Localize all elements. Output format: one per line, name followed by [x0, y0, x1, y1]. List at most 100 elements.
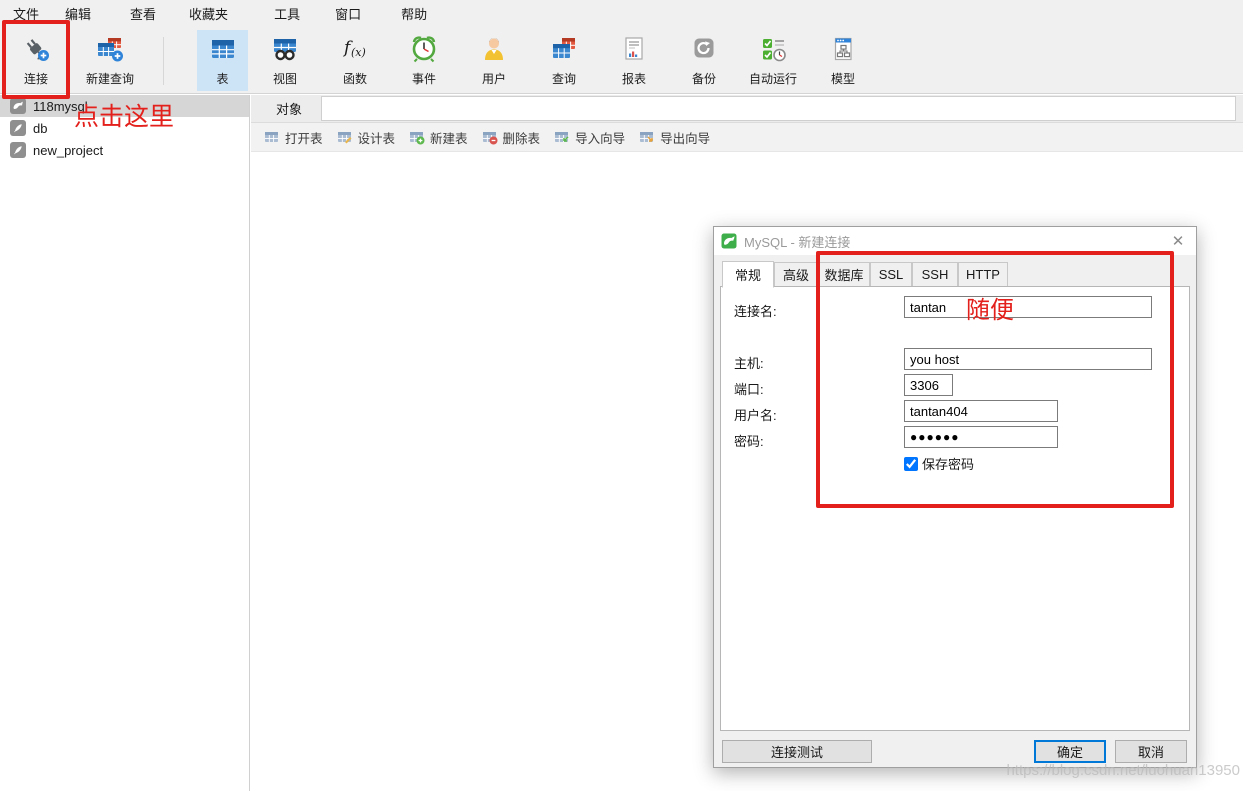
- toolbar-connection-button[interactable]: 连接: [6, 30, 66, 91]
- backup-icon: [689, 34, 719, 64]
- cancel-button[interactable]: 取消: [1115, 740, 1187, 763]
- menu-tools[interactable]: 工具: [261, 0, 313, 28]
- save-password-checkbox[interactable]: [904, 457, 918, 471]
- menu-bar: 文件 编辑 查看 收藏夹 工具 窗口 帮助: [0, 0, 1243, 27]
- toolbar-view-label: 视图: [273, 70, 297, 87]
- test-connection-button[interactable]: 连接测试: [722, 740, 872, 763]
- report-icon: [619, 34, 649, 64]
- navicat-window: 文件 编辑 查看 收藏夹 工具 窗口 帮助: [0, 0, 1243, 791]
- navicat-mysql-icon: [721, 233, 737, 249]
- new-table-icon: [409, 129, 425, 145]
- dialog-title: MySQL - 新建连接: [744, 232, 850, 251]
- delete-table-icon: [482, 129, 498, 145]
- view-icon: [270, 34, 300, 64]
- toolbar-table-label: 表: [216, 70, 228, 87]
- username-label: 用户名:: [734, 405, 777, 424]
- tab-databases[interactable]: 数据库: [818, 262, 870, 287]
- import-wizard-button[interactable]: 导入向导: [547, 125, 632, 150]
- tab-objects[interactable]: 对象: [259, 95, 319, 122]
- design-table-button[interactable]: 设计表: [330, 125, 403, 150]
- query-icon: [549, 34, 579, 64]
- host-input[interactable]: [904, 348, 1152, 370]
- automation-icon: [758, 34, 788, 64]
- ok-button[interactable]: 确定: [1034, 740, 1106, 763]
- close-icon[interactable]: ✕: [1168, 232, 1188, 250]
- quill-icon: [10, 120, 26, 136]
- event-clock-icon: [409, 34, 439, 64]
- toolbar-report-button[interactable]: 报表: [607, 30, 661, 91]
- connection-name: db: [33, 121, 47, 136]
- objects-tab-bar: 对象: [251, 95, 1243, 122]
- port-input[interactable]: [904, 374, 953, 396]
- menu-favorites[interactable]: 收藏夹: [176, 0, 241, 28]
- open-table-button[interactable]: 打开表: [257, 125, 330, 150]
- design-table-label: 设计表: [358, 128, 396, 147]
- delete-table-button[interactable]: 删除表: [475, 125, 548, 150]
- connection-name-input[interactable]: [904, 296, 1152, 318]
- sidebar-item-db[interactable]: db: [0, 117, 249, 139]
- export-wizard-label: 导出向导: [660, 128, 710, 147]
- toolbar-model-label: 模型: [831, 70, 855, 87]
- open-table-icon: [264, 129, 280, 145]
- sidebar-item-new-project[interactable]: new_project: [0, 139, 249, 161]
- dialog-title-bar[interactable]: MySQL - 新建连接 ✕: [714, 227, 1196, 255]
- toolbar-automation-button[interactable]: 自动运行: [741, 30, 805, 91]
- tab-http[interactable]: HTTP: [958, 262, 1008, 287]
- menu-window[interactable]: 窗口: [322, 0, 374, 28]
- new-query-icon: [95, 34, 125, 64]
- password-label: 密码:: [734, 431, 764, 450]
- port-label: 端口:: [734, 379, 764, 398]
- export-wizard-button[interactable]: 导出向导: [632, 125, 717, 150]
- menu-help[interactable]: 帮助: [388, 0, 440, 28]
- toolbar-function-label: 函数: [343, 70, 367, 87]
- tab-advanced[interactable]: 高级: [774, 262, 818, 287]
- dialog-tab-bar: 常规 高级 数据库 SSL SSH HTTP: [714, 261, 1196, 287]
- menu-view[interactable]: 查看: [117, 0, 169, 28]
- host-label: 主机:: [734, 353, 764, 372]
- connection-tree: 118mysql db new_project: [0, 95, 250, 791]
- model-icon: [828, 34, 858, 64]
- mysql-dolphin-icon: [10, 98, 26, 114]
- toolbar-query-label: 查询: [552, 70, 576, 87]
- new-table-label: 新建表: [430, 128, 468, 147]
- tab-bar-empty-area: [321, 96, 1236, 121]
- new-table-button[interactable]: 新建表: [402, 125, 475, 150]
- toolbar-new-query-button[interactable]: 新建查询: [70, 30, 150, 91]
- toolbar-report-label: 报表: [622, 70, 646, 87]
- connection-name: 118mysql: [33, 99, 88, 114]
- toolbar-separator: [163, 37, 164, 85]
- toolbar-user-button[interactable]: 用户: [467, 30, 521, 91]
- user-icon: [479, 34, 509, 64]
- function-icon: f (x): [340, 34, 370, 64]
- toolbar-table-button[interactable]: 表: [197, 30, 248, 91]
- toolbar-query-button[interactable]: 查询: [537, 30, 591, 91]
- table-toolbar: 打开表 设计表 新建表: [251, 122, 1243, 152]
- tab-general[interactable]: 常规: [722, 261, 774, 288]
- toolbar-event-label: 事件: [412, 70, 436, 87]
- toolbar-backup-button[interactable]: 备份: [677, 30, 731, 91]
- menu-file[interactable]: 文件: [0, 0, 52, 28]
- tab-ssl[interactable]: SSL: [870, 262, 912, 287]
- new-connection-dialog: MySQL - 新建连接 ✕ 常规 高级 数据库 SSL SSH HTTP 连接…: [713, 226, 1197, 768]
- menu-edit[interactable]: 编辑: [52, 0, 104, 28]
- main-toolbar: 连接 新建查询: [0, 27, 1243, 94]
- design-table-icon: [337, 129, 353, 145]
- toolbar-function-button[interactable]: f (x) 函数: [329, 30, 381, 91]
- delete-table-label: 删除表: [503, 128, 541, 147]
- connection-plug-icon: [21, 34, 51, 64]
- toolbar-new-query-label: 新建查询: [86, 70, 134, 87]
- username-input[interactable]: [904, 400, 1058, 422]
- quill-icon: [10, 142, 26, 158]
- toolbar-event-button[interactable]: 事件: [398, 30, 450, 91]
- toolbar-model-button[interactable]: 模型: [816, 30, 870, 91]
- open-table-label: 打开表: [285, 128, 323, 147]
- toolbar-connection-label: 连接: [24, 70, 48, 87]
- export-wizard-icon: [639, 129, 655, 145]
- table-icon: [208, 34, 238, 64]
- tab-ssh[interactable]: SSH: [912, 262, 958, 287]
- connection-name: new_project: [33, 143, 103, 158]
- password-input[interactable]: [904, 426, 1058, 448]
- sidebar-item-118mysql[interactable]: 118mysql: [0, 95, 249, 117]
- toolbar-backup-label: 备份: [692, 70, 716, 87]
- toolbar-view-button[interactable]: 视图: [259, 30, 311, 91]
